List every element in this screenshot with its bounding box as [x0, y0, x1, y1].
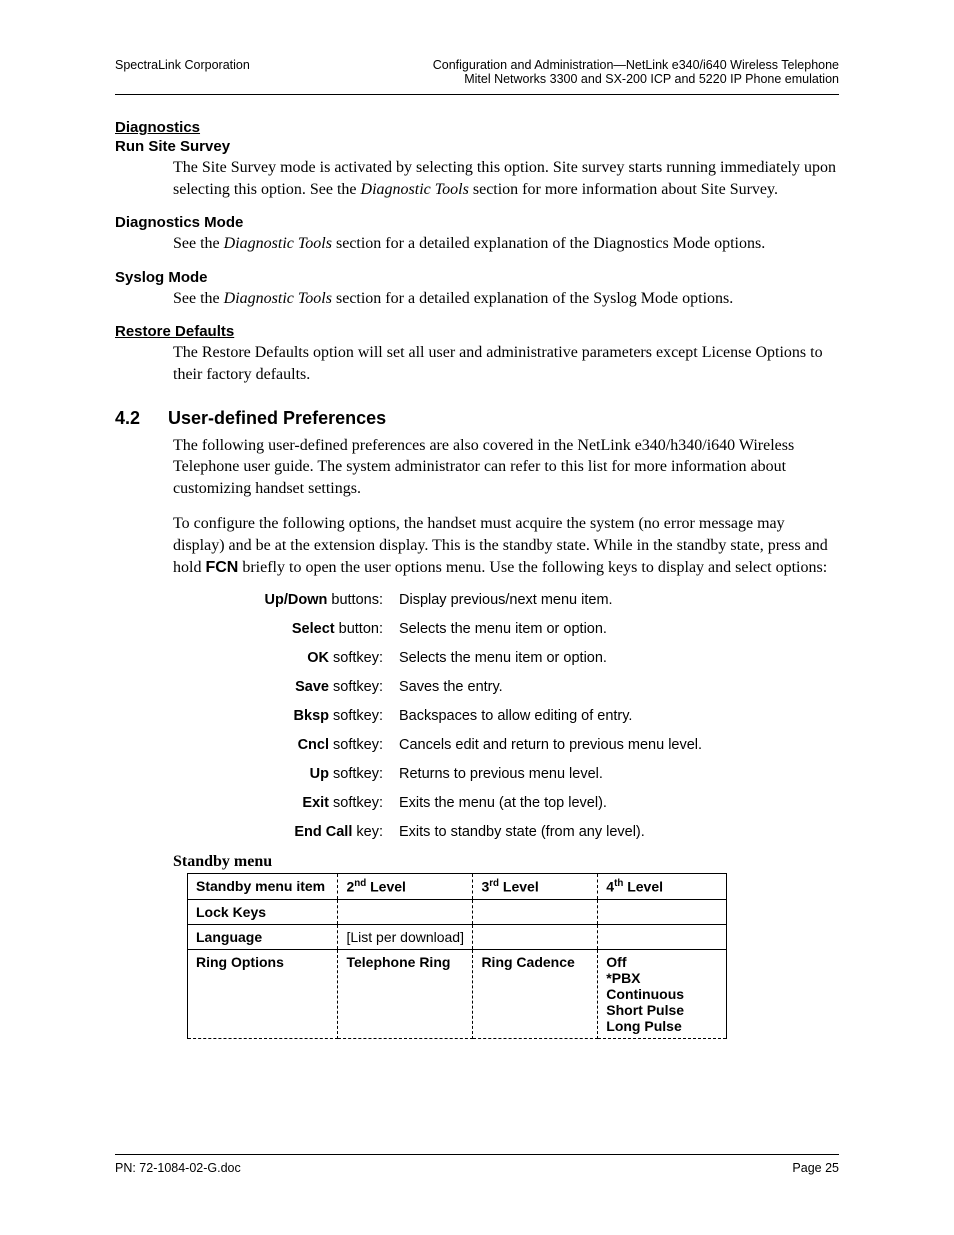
key-row: Cncl softkey:Cancels edit and return to …: [193, 737, 839, 753]
cell: Ring Options: [188, 949, 338, 1038]
col-header-2: 2nd Level: [338, 874, 473, 900]
cell-line: Continuous: [606, 986, 718, 1002]
key-description: Exits the menu (at the top level).: [399, 795, 839, 811]
cell: Lock Keys: [188, 899, 338, 924]
key-label: Exit softkey:: [193, 795, 399, 811]
chapter-p2: To configure the following options, the …: [173, 513, 839, 578]
key-row: Up/Down buttons:Display previous/next me…: [193, 592, 839, 608]
key-row: OK softkey:Selects the menu item or opti…: [193, 650, 839, 666]
run-site-survey-heading: Run Site Survey: [115, 138, 839, 155]
key-description: Selects the menu item or option.: [399, 650, 839, 666]
cell: [598, 899, 727, 924]
key-label: Save softkey:: [193, 679, 399, 695]
header-right: Configuration and Administration—NetLink…: [433, 58, 839, 86]
text-fragment: Diagnostic Tools: [224, 235, 332, 252]
diagnostics-mode-heading: Diagnostics Mode: [115, 214, 839, 231]
diagnostics-mode-body: See the Diagnostic Tools section for a d…: [173, 233, 839, 255]
key-table: Up/Down buttons:Display previous/next me…: [193, 592, 839, 840]
header-left: SpectraLink Corporation: [115, 58, 250, 86]
syslog-mode-body: See the Diagnostic Tools section for a d…: [173, 288, 839, 310]
text-fragment: Diagnostic Tools: [361, 181, 469, 198]
cell-line: Long Pulse: [606, 1018, 718, 1034]
key-label: Select button:: [193, 621, 399, 637]
table-row: Ring Options Telephone Ring Ring Cadence…: [188, 949, 727, 1038]
key-row: Up softkey:Returns to previous menu leve…: [193, 766, 839, 782]
syslog-mode-heading: Syslog Mode: [115, 269, 839, 286]
key-row: End Call key:Exits to standby state (fro…: [193, 824, 839, 840]
page-header: SpectraLink Corporation Configuration an…: [115, 58, 839, 95]
cell: Language: [188, 924, 338, 949]
cell: Telephone Ring: [338, 949, 473, 1038]
col-header-3: 3rd Level: [473, 874, 598, 900]
text-fragment: Diagnostic Tools: [224, 290, 332, 307]
cell: [473, 924, 598, 949]
cell-line: *PBX: [606, 970, 718, 986]
diagnostics-heading: Diagnostics: [115, 119, 839, 136]
header-right-line1: Configuration and Administration—NetLink…: [433, 58, 839, 72]
chapter-p1: The following user-defined preferences a…: [173, 435, 839, 500]
key-description: Exits to standby state (from any level).: [399, 824, 839, 840]
cell: Ring Cadence: [473, 949, 598, 1038]
text-fragment: briefly to open the user options menu. U…: [238, 559, 827, 576]
col-header-4: 4th Level: [598, 874, 727, 900]
text-fragment: section for a detailed explanation of th…: [332, 235, 765, 252]
key-row: Exit softkey:Exits the menu (at the top …: [193, 795, 839, 811]
text-fragment: section for more information about Site …: [469, 181, 778, 198]
table-header-row: Standby menu item 2nd Level 3rd Level 4t…: [188, 874, 727, 900]
key-row: Bksp softkey:Backspaces to allow editing…: [193, 708, 839, 724]
key-row: Save softkey:Saves the entry.: [193, 679, 839, 695]
text-fragment: section for a detailed explanation of th…: [332, 290, 733, 307]
text-fragment: FCN: [205, 559, 238, 576]
standby-menu-title: Standby menu: [173, 853, 839, 871]
table-row: Language [List per download]: [188, 924, 727, 949]
text-fragment: See the: [173, 290, 224, 307]
key-label: End Call key:: [193, 824, 399, 840]
table-row: Lock Keys: [188, 899, 727, 924]
cell: Off*PBXContinuousShort PulseLong Pulse: [598, 949, 727, 1038]
restore-defaults-body: The Restore Defaults option will set all…: [173, 342, 839, 385]
footer-right: Page 25: [792, 1161, 839, 1175]
header-right-line2: Mitel Networks 3300 and SX-200 ICP and 5…: [433, 72, 839, 86]
col-header-1: Standby menu item: [188, 874, 338, 900]
cell: [List per download]: [338, 924, 473, 949]
chapter-heading: 4.2 User-defined Preferences: [115, 408, 839, 429]
key-description: Returns to previous menu level.: [399, 766, 839, 782]
standby-menu-table: Standby menu item 2nd Level 3rd Level 4t…: [187, 873, 727, 1039]
key-label: OK softkey:: [193, 650, 399, 666]
chapter-title: User-defined Preferences: [168, 408, 386, 429]
cell-line: Off: [606, 954, 718, 970]
key-description: Backspaces to allow editing of entry.: [399, 708, 839, 724]
text-fragment: See the: [173, 235, 224, 252]
key-description: Cancels edit and return to previous menu…: [399, 737, 839, 753]
key-label: Bksp softkey:: [193, 708, 399, 724]
cell-line: Short Pulse: [606, 1002, 718, 1018]
restore-defaults-heading: Restore Defaults: [115, 323, 839, 340]
key-description: Selects the menu item or option.: [399, 621, 839, 637]
key-row: Select button:Selects the menu item or o…: [193, 621, 839, 637]
page-footer: PN: 72-1084-02-G.doc Page 25: [115, 1154, 839, 1175]
run-site-survey-body: The Site Survey mode is activated by sel…: [173, 157, 839, 200]
cell: [473, 899, 598, 924]
cell: [338, 899, 473, 924]
chapter-number: 4.2: [115, 408, 140, 429]
key-description: Saves the entry.: [399, 679, 839, 695]
key-label: Cncl softkey:: [193, 737, 399, 753]
footer-left: PN: 72-1084-02-G.doc: [115, 1161, 241, 1175]
cell: [598, 924, 727, 949]
key-label: Up softkey:: [193, 766, 399, 782]
key-description: Display previous/next menu item.: [399, 592, 839, 608]
key-label: Up/Down buttons:: [193, 592, 399, 608]
